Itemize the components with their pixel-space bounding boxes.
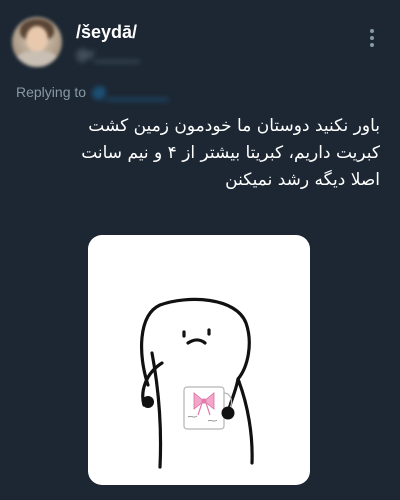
replying-to: Replying to @________ xyxy=(16,84,168,100)
tweet-text: باور نکنید دوستان ما خودمون زمین کشت کبر… xyxy=(20,113,380,194)
more-options-button[interactable] xyxy=(358,24,386,52)
avatar-face xyxy=(26,26,48,52)
reply-mention-link[interactable]: @________ xyxy=(92,84,169,100)
more-vertical-icon xyxy=(370,29,374,47)
avatar-shirt xyxy=(16,51,58,67)
display-name[interactable]: /šeydā/ xyxy=(76,22,137,43)
tweet-line: باور نکنید دوستان ما خودمون زمین کشت xyxy=(88,116,380,136)
flork-meme-drawing xyxy=(139,297,254,469)
user-handle[interactable]: @r_______ xyxy=(76,48,140,63)
avatar[interactable] xyxy=(12,17,62,67)
tweet-line: اصلا دیگه رشد نمیکنن xyxy=(225,170,380,190)
replying-to-label: Replying to xyxy=(16,84,87,100)
tweet-header: /šeydā/ @r_______ xyxy=(0,0,400,75)
tweet-line: کبریت داریم، کبریتا بیشتر از ۴ و نیم سان… xyxy=(81,143,380,163)
tweet-media-image[interactable] xyxy=(88,235,310,485)
